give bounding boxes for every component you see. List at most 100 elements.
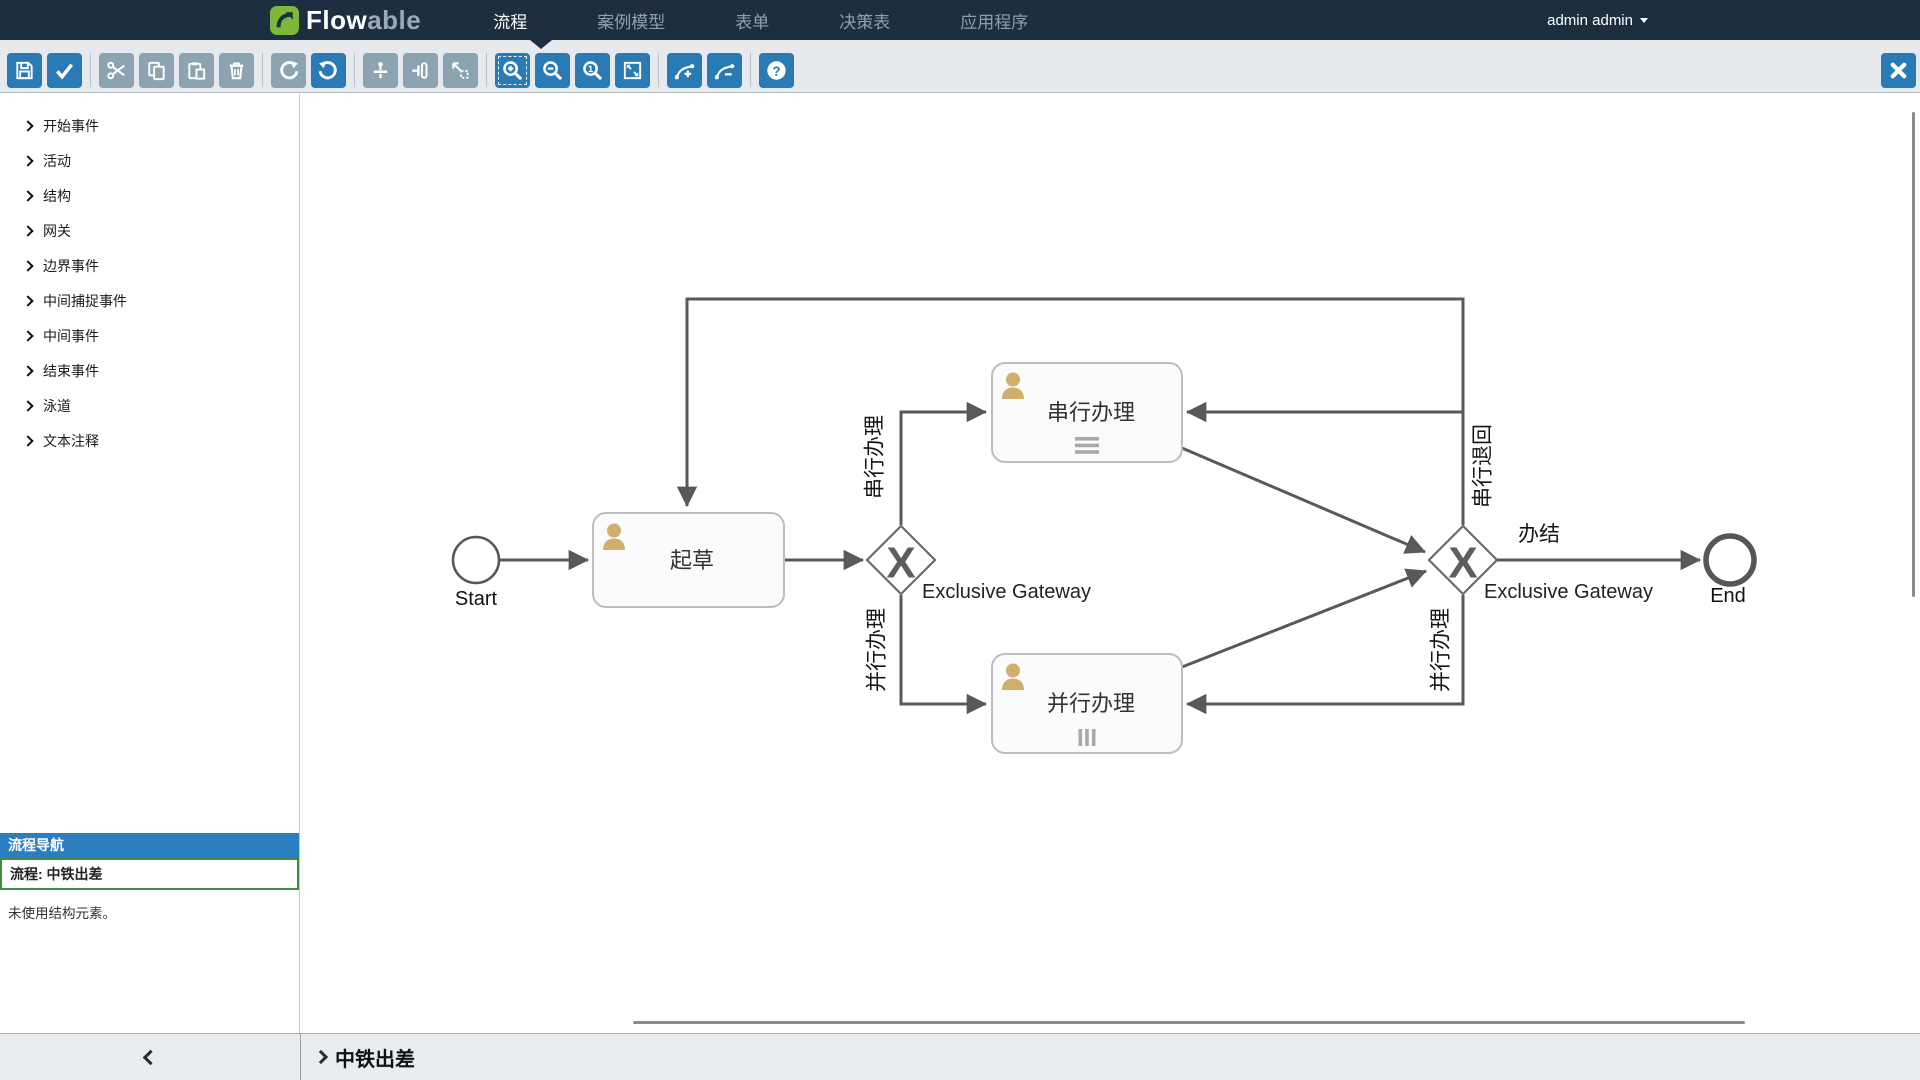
edge-parallel-to-gateway2[interactable] [1182,571,1426,667]
help-icon: ? [765,59,788,82]
chevron-right-icon [22,365,33,376]
zoom-fit-icon [621,59,644,82]
diagram-canvas[interactable]: Start 起草 X Exclusive Gateway 串行办理 [300,94,1920,1033]
exclusive-gateway1-node[interactable]: X Exclusive Gateway [867,526,1091,603]
zoom-out-icon [541,59,564,82]
task-serial-node[interactable]: 串行办理 [992,363,1182,462]
chevron-right-icon [314,1050,328,1064]
redo-icon [277,59,300,82]
zoom-actual-button[interactable]: 1 [575,53,610,88]
cut-button[interactable] [99,53,134,88]
palette-group-start-events[interactable]: 开始事件 [0,108,299,143]
trash-icon [225,59,248,82]
palette-group-boundary-events[interactable]: 边界事件 [0,248,299,283]
edge-label-parallel: 并行办理 [866,608,889,692]
vertical-scrollbar[interactable] [1912,112,1915,597]
undo-icon [317,59,340,82]
task-draft-node[interactable]: 起草 [593,513,784,607]
undo-button[interactable] [311,53,346,88]
palette-group-end-events[interactable]: 结束事件 [0,353,299,388]
parallel-mi-icon [1079,729,1096,746]
zoom-fit-button[interactable] [615,53,650,88]
tab-apps[interactable]: 应用程序 [960,8,1028,33]
save-button[interactable] [7,53,42,88]
palette-group-label: 文本注释 [43,431,99,451]
paste-button[interactable] [179,53,214,88]
tab-forms[interactable]: 表单 [735,8,769,33]
palette-group-annotations[interactable]: 文本注释 [0,423,299,458]
palette-group-label: 开始事件 [43,116,99,136]
user-menu[interactable]: admin admin [1547,12,1648,29]
chevron-right-icon [22,260,33,271]
chevron-right-icon [22,435,33,446]
active-tab-pointer [530,40,552,49]
copy-button[interactable] [139,53,174,88]
tab-processes[interactable]: 流程 [493,8,527,33]
zoom-in-icon [501,59,524,82]
zoom-out-button[interactable] [535,53,570,88]
process-navigator-panel: 流程导航 流程: 中铁出差 未使用结构元素。 [0,833,299,934]
paste-icon [185,59,208,82]
task-draft-label: 起草 [670,548,714,573]
palette-group-activities[interactable]: 活动 [0,143,299,178]
add-bendpoint-button[interactable] [667,53,702,88]
tab-decision-tables[interactable]: 决策表 [839,8,890,33]
collapse-sidebar-button[interactable] [0,1034,301,1080]
help-button[interactable]: ? [759,53,794,88]
palette-group-swimlanes[interactable]: 泳道 [0,388,299,423]
redo-button[interactable] [271,53,306,88]
gateway1-label: Exclusive Gateway [922,581,1091,603]
align-center-button[interactable] [403,53,438,88]
save-icon [13,59,36,82]
delete-button[interactable] [219,53,254,88]
edge-gateway1-to-serial[interactable] [901,412,986,525]
edge-gateway1-to-parallel[interactable] [901,595,986,704]
align-center-icon [409,59,432,82]
zoom-in-button[interactable] [495,53,530,88]
align-middle-button[interactable] [363,53,398,88]
zoom-actual-icon: 1 [581,59,604,82]
end-event-label: End [1710,585,1746,607]
chevron-right-icon [22,190,33,201]
palette-group-label: 结束事件 [43,361,99,381]
gateway-x-symbol: X [1448,539,1477,588]
remove-bendpoint-button[interactable] [707,53,742,88]
palette-group-label: 边界事件 [43,256,99,276]
horizontal-scrollbar[interactable] [633,1021,1745,1024]
palette-group-structural[interactable]: 结构 [0,178,299,213]
navigator-current-process[interactable]: 流程: 中铁出差 [0,858,299,890]
chevron-right-icon [22,120,33,131]
same-size-button[interactable] [443,53,478,88]
toolbar-separator [658,53,659,87]
task-parallel-node[interactable]: 并行办理 [992,654,1182,753]
start-event-label: Start [455,588,498,610]
edge-label-finish: 办结 [1518,523,1560,546]
flowable-logo: Flowable [270,5,421,36]
flowable-logo-icon [270,6,299,35]
bpmn-diagram: Start 起草 X Exclusive Gateway 串行办理 [300,94,1920,1033]
tab-case-models[interactable]: 案例模型 [597,8,665,33]
toolbar-separator [262,53,263,87]
close-editor-button[interactable] [1881,53,1916,88]
toolbar-separator [354,53,355,87]
end-event-node[interactable]: End [1706,536,1754,607]
start-event-node[interactable]: Start [453,537,499,610]
sequential-mi-icon [1075,437,1099,454]
copy-icon [145,59,168,82]
palette-group-intermediate-catching[interactable]: 中间捕捉事件 [0,283,299,318]
gateway2-label: Exclusive Gateway [1484,581,1653,603]
arrow-swoosh-icon [274,9,296,31]
palette-group-gateways[interactable]: 网关 [0,213,299,248]
editor-toolbar: 1 ? [0,40,1920,93]
caret-down-icon [1640,18,1648,23]
user-name: admin admin [1547,12,1633,29]
edge-serial-to-gateway2[interactable] [1182,448,1425,552]
svg-text:1: 1 [588,64,594,75]
navigator-empty-note: 未使用结构元素。 [0,890,299,934]
brand-text: Flowable [306,5,421,36]
chevron-right-icon [22,330,33,341]
palette-group-intermediate-events[interactable]: 中间事件 [0,318,299,353]
palette-group-label: 泳道 [43,396,71,416]
validate-button[interactable] [47,53,82,88]
palette-group-label: 网关 [43,221,71,241]
